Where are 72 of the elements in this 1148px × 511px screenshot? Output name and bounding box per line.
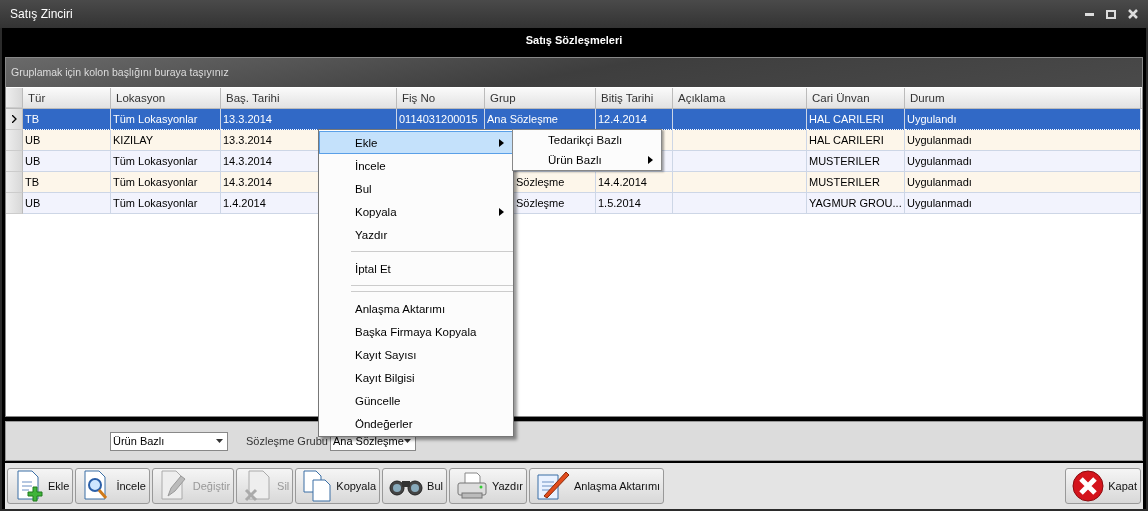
table-cell: Uygulandı bbox=[905, 108, 1141, 130]
table-cell: UB bbox=[23, 150, 111, 172]
submenu-arrow-icon bbox=[499, 207, 504, 216]
dropdown-arrow-icon bbox=[216, 439, 223, 444]
window-title: Satış Zinciri bbox=[10, 7, 74, 21]
toolbar-button[interactable]: Anlaşma Aktarımı bbox=[528, 468, 665, 505]
column-header[interactable]: Tür bbox=[23, 87, 111, 108]
printer-icon bbox=[455, 471, 488, 502]
table-cell: Ana Sözleşme bbox=[485, 108, 596, 130]
copy-icon bbox=[302, 470, 333, 503]
panel-title: Satış Sözleşmeleri bbox=[525, 33, 623, 46]
table-cell: 1.5.2014 bbox=[596, 192, 673, 214]
submenu-arrow-icon bbox=[499, 138, 504, 147]
menu-item[interactable]: Ürün Bazlı bbox=[513, 150, 661, 170]
close-icon bbox=[1072, 470, 1105, 503]
table-cell: TB bbox=[23, 171, 111, 193]
menu-item[interactable]: Yazdır bbox=[319, 223, 513, 246]
toolbar-button[interactable]: Ekle bbox=[7, 468, 74, 505]
table-cell: 14.4.2014 bbox=[596, 171, 673, 193]
table-cell: Tüm Lokasyonlar bbox=[111, 108, 221, 130]
table-cell: 12.4.2014 bbox=[596, 108, 673, 130]
table-cell: 0114031200015 bbox=[397, 108, 485, 130]
pen-document-icon bbox=[535, 470, 570, 503]
close-button[interactable]: Kapat bbox=[1065, 468, 1141, 505]
column-header[interactable]: Fiş No bbox=[397, 87, 485, 108]
column-header[interactable]: Lokasyon bbox=[111, 87, 221, 108]
column-header[interactable]: Açıklama bbox=[673, 87, 807, 108]
table-cell: HAL CARILERI bbox=[807, 129, 905, 151]
group-panel-hint: Gruplamak için kolon başlığını buraya taşıyınız bbox=[6, 57, 1142, 87]
menu-item[interactable]: İptal Et bbox=[319, 257, 513, 280]
table-cell: MUSTERILER bbox=[807, 150, 905, 172]
table-cell: YAGMUR GROU... bbox=[807, 192, 905, 214]
column-header[interactable]: Baş. Tarihi bbox=[221, 87, 397, 108]
table-cell: TB bbox=[23, 108, 111, 130]
close-icon[interactable] bbox=[1128, 9, 1138, 19]
column-header[interactable]: Cari Ünvan bbox=[807, 87, 905, 108]
table-cell: Tüm Lokasyonlar bbox=[111, 171, 221, 193]
table-cell: Tüm Lokasyonlar bbox=[111, 150, 221, 172]
table-cell: Uygulanmadı bbox=[905, 192, 1141, 214]
row-indicator-icon bbox=[11, 114, 17, 123]
table-cell: UB bbox=[23, 192, 111, 214]
table-cell: Uygulanmadı bbox=[905, 129, 1141, 151]
submenu-arrow-icon bbox=[648, 156, 653, 164]
table-cell: KIZILAY bbox=[111, 129, 221, 151]
row-header[interactable] bbox=[6, 108, 23, 130]
menu-item[interactable]: Anlaşma Aktarımı bbox=[319, 297, 513, 320]
table-cell: MUSTERILER bbox=[807, 171, 905, 193]
menu-item[interactable]: Başka Firmaya Kopyala bbox=[319, 320, 513, 343]
table-cell: UB bbox=[23, 129, 111, 151]
menu-item[interactable]: Güncelle bbox=[319, 389, 513, 412]
table-cell: Tüm Lokasyonlar bbox=[111, 192, 221, 214]
table-cell: Uygulanmadı bbox=[905, 150, 1141, 172]
toolbar-button[interactable]: Bul bbox=[382, 468, 447, 505]
column-header[interactable]: Durum bbox=[905, 87, 1141, 108]
type-dropdown[interactable]: Ürün Bazlı bbox=[110, 431, 228, 451]
toolbar-button[interactable]: Yazdır bbox=[448, 468, 527, 505]
group-label: Sözleşme Grubu bbox=[246, 435, 328, 448]
column-header[interactable]: Grup bbox=[485, 87, 596, 108]
toolbar-button[interactable]: Kopyala bbox=[295, 468, 381, 505]
table-cell: 13.3.2014 bbox=[221, 108, 397, 130]
column-header[interactable]: Bitiş Tarihi bbox=[596, 87, 673, 108]
maximize-icon[interactable] bbox=[1106, 9, 1116, 19]
dropdown-arrow-icon bbox=[403, 439, 411, 444]
table-cell: Uygulanmadı bbox=[905, 171, 1141, 193]
menu-item[interactable]: Tedarikçi Bazlı bbox=[513, 130, 661, 150]
menu-item[interactable]: Kayıt Bilgisi bbox=[319, 366, 513, 389]
toolbar-button[interactable]: İncele bbox=[75, 468, 150, 505]
menu-item[interactable]: Kayıt Sayısı bbox=[319, 343, 513, 366]
minimize-icon[interactable] bbox=[1085, 12, 1094, 16]
menu-item[interactable]: Ekle bbox=[319, 131, 513, 154]
table-cell: HAL CARILERI bbox=[807, 108, 905, 130]
document-add-icon bbox=[14, 470, 44, 503]
